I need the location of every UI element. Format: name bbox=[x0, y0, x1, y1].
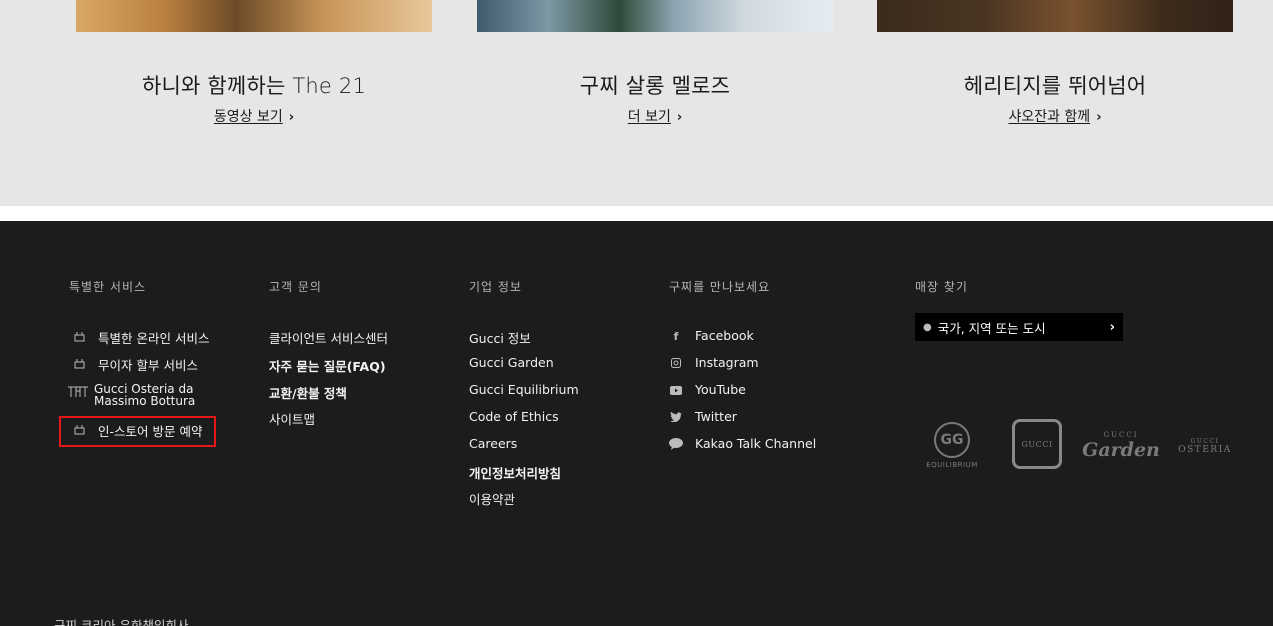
gift-icon bbox=[72, 356, 86, 370]
logo-text: OSTERIA bbox=[1178, 444, 1232, 455]
footer-link-osteria[interactable]: Gucci Osteria da Massimo Bottura bbox=[67, 383, 244, 407]
feature-card-1: 하니와 함께하는 The 21 동영상 보기 › bbox=[76, 0, 432, 125]
footer-link-label[interactable]: Twitter bbox=[695, 409, 737, 424]
feature-link-label[interactable]: 동영상 보기 bbox=[214, 109, 283, 125]
logo-text: GUCCI bbox=[1103, 431, 1139, 439]
footer-link-label[interactable]: 개인정보처리방침 bbox=[469, 463, 561, 482]
footer-link-kakao[interactable]: Kakao Talk Channel bbox=[669, 436, 816, 451]
location-pin-icon: ● bbox=[923, 321, 932, 333]
feature-link[interactable]: 더 보기 › bbox=[477, 106, 833, 126]
footer-link-faq[interactable]: 자주 묻는 질문(FAQ) bbox=[269, 356, 386, 375]
footer-link-installment[interactable]: 무이자 할부 서비스 bbox=[72, 355, 198, 374]
gucci-garden-logo[interactable]: GUCCI Garden bbox=[1082, 426, 1160, 466]
feature-title: 하니와 함께하는 The 21 bbox=[141, 74, 367, 98]
footer-col-title: 기업 정보 bbox=[469, 280, 522, 294]
gucci-osteria-logo[interactable]: GUCCI OSTERIA bbox=[1178, 431, 1232, 461]
footer-link-instagram[interactable]: Instagram bbox=[669, 355, 759, 370]
kakao-talk-icon bbox=[669, 437, 683, 451]
feature-card-3: 헤리티지를 뛰어넘어 샤오잔과 함께 › bbox=[877, 0, 1233, 125]
footer-link-label[interactable]: Careers bbox=[469, 436, 517, 451]
footer-link-label[interactable]: 자주 묻는 질문(FAQ) bbox=[269, 356, 386, 375]
footer-col-title: 특별한 서비스 bbox=[69, 280, 147, 294]
chevron-right-icon: › bbox=[676, 110, 683, 125]
feature-title: 구찌 살롱 멜로즈 bbox=[579, 74, 731, 98]
footer: 특별한 서비스 특별한 온라인 서비스 무이자 할부 서비스 Gucci Ost… bbox=[0, 221, 1273, 626]
footer-link-sitemap[interactable]: 사이트맵 bbox=[269, 409, 315, 428]
logo-text: GUCCI bbox=[1021, 439, 1053, 449]
footer-col-title: 구찌를 만나보세요 bbox=[669, 280, 771, 294]
footer-link-about-gucci[interactable]: Gucci 정보 bbox=[469, 328, 531, 347]
gucci-logo[interactable]: GUCCI bbox=[1012, 419, 1062, 469]
logo-text: EQUILIBRIUM bbox=[926, 460, 978, 469]
footer-link-code-of-ethics[interactable]: Code of Ethics bbox=[469, 409, 559, 424]
footer-link-label[interactable]: Gucci Equilibrium bbox=[469, 382, 579, 397]
footer-link-gucci-equilibrium[interactable]: Gucci Equilibrium bbox=[469, 382, 579, 397]
feature-title: 헤리티지를 뛰어넘어 bbox=[963, 74, 1147, 98]
footer-link-terms[interactable]: 이용약관 bbox=[469, 489, 515, 508]
company-name: 구찌 코리아 유한책임회사 bbox=[54, 618, 189, 626]
feature-link[interactable]: 동영상 보기 › bbox=[76, 106, 432, 126]
footer-link-client-service[interactable]: 클라이언트 서비스센터 bbox=[269, 328, 388, 347]
footer-link-twitter[interactable]: Twitter bbox=[669, 409, 737, 424]
store-search-field[interactable]: ● 국가, 지역 또는 도시 › bbox=[915, 313, 1123, 341]
chevron-right-icon: › bbox=[1096, 110, 1102, 125]
footer-link-label[interactable]: Code of Ethics bbox=[469, 409, 559, 424]
feature-link[interactable]: 샤오잔과 함께 › bbox=[877, 106, 1233, 126]
feature-image[interactable] bbox=[477, 0, 833, 32]
footer-link-label[interactable]: 특별한 온라인 서비스 bbox=[98, 328, 209, 347]
footer-link-label[interactable]: 클라이언트 서비스센터 bbox=[269, 328, 388, 347]
feature-card-2: 구찌 살롱 멜로즈 더 보기 › bbox=[477, 0, 833, 125]
chevron-right-icon[interactable]: › bbox=[1110, 320, 1115, 335]
logo-text: GUCCI bbox=[1190, 437, 1220, 445]
feature-section: 하니와 함께하는 The 21 동영상 보기 › 구찌 살롱 멜로즈 더 보기 › … bbox=[0, 0, 1273, 206]
feature-image[interactable] bbox=[76, 0, 432, 32]
gg-monogram-icon: GG bbox=[934, 421, 970, 458]
footer-link-special-online[interactable]: 특별한 온라인 서비스 bbox=[72, 328, 209, 347]
selection-highlight bbox=[59, 416, 216, 447]
footer-link-careers[interactable]: Careers bbox=[469, 436, 517, 451]
footer-link-label[interactable]: Gucci 정보 bbox=[469, 328, 531, 347]
footer-link-youtube[interactable]: YouTube bbox=[669, 382, 746, 397]
footer-link-label[interactable]: Facebook bbox=[695, 328, 754, 343]
footer-link-label[interactable]: Gucci Garden bbox=[469, 355, 554, 370]
store-search-placeholder[interactable]: 국가, 지역 또는 도시 bbox=[938, 318, 1046, 337]
restaurant-icon bbox=[67, 384, 89, 398]
footer-link-gucci-garden[interactable]: Gucci Garden bbox=[469, 355, 554, 370]
footer-link-label[interactable]: 교환/환불 정책 bbox=[269, 383, 347, 402]
footer-link-label[interactable]: 사이트맵 bbox=[269, 409, 315, 428]
logo-text: Garden bbox=[1082, 439, 1160, 461]
feature-image[interactable] bbox=[877, 0, 1233, 32]
footer-link-privacy-policy[interactable]: 개인정보처리방침 bbox=[469, 463, 561, 482]
twitter-icon bbox=[669, 410, 683, 424]
feature-link-label[interactable]: 샤오잔과 함께 bbox=[1008, 109, 1090, 125]
footer-link-label[interactable]: Instagram bbox=[695, 355, 759, 370]
facebook-icon: f bbox=[673, 329, 679, 343]
footer-col-title: 매장 찾기 bbox=[915, 280, 968, 294]
footer-link-label[interactable]: 이용약관 bbox=[469, 489, 515, 508]
gift-icon bbox=[72, 329, 86, 343]
chevron-right-icon: › bbox=[288, 110, 295, 125]
footer-link-label[interactable]: Kakao Talk Channel bbox=[695, 436, 816, 451]
footer-link-label[interactable]: Gucci Osteria da Massimo Bottura bbox=[94, 383, 244, 407]
feature-link-label[interactable]: 더 보기 bbox=[628, 109, 671, 125]
equilibrium-logo[interactable]: GG EQUILIBRIUM bbox=[922, 419, 982, 471]
footer-link-label[interactable]: 무이자 할부 서비스 bbox=[98, 355, 198, 374]
footer-col-title: 고객 문의 bbox=[269, 280, 322, 294]
instagram-icon bbox=[669, 356, 683, 370]
footer-link-label[interactable]: YouTube bbox=[695, 382, 746, 397]
footer-link-return-policy[interactable]: 교환/환불 정책 bbox=[269, 383, 347, 402]
footer-link-facebook[interactable]: f Facebook bbox=[669, 328, 754, 343]
youtube-icon bbox=[669, 383, 683, 397]
